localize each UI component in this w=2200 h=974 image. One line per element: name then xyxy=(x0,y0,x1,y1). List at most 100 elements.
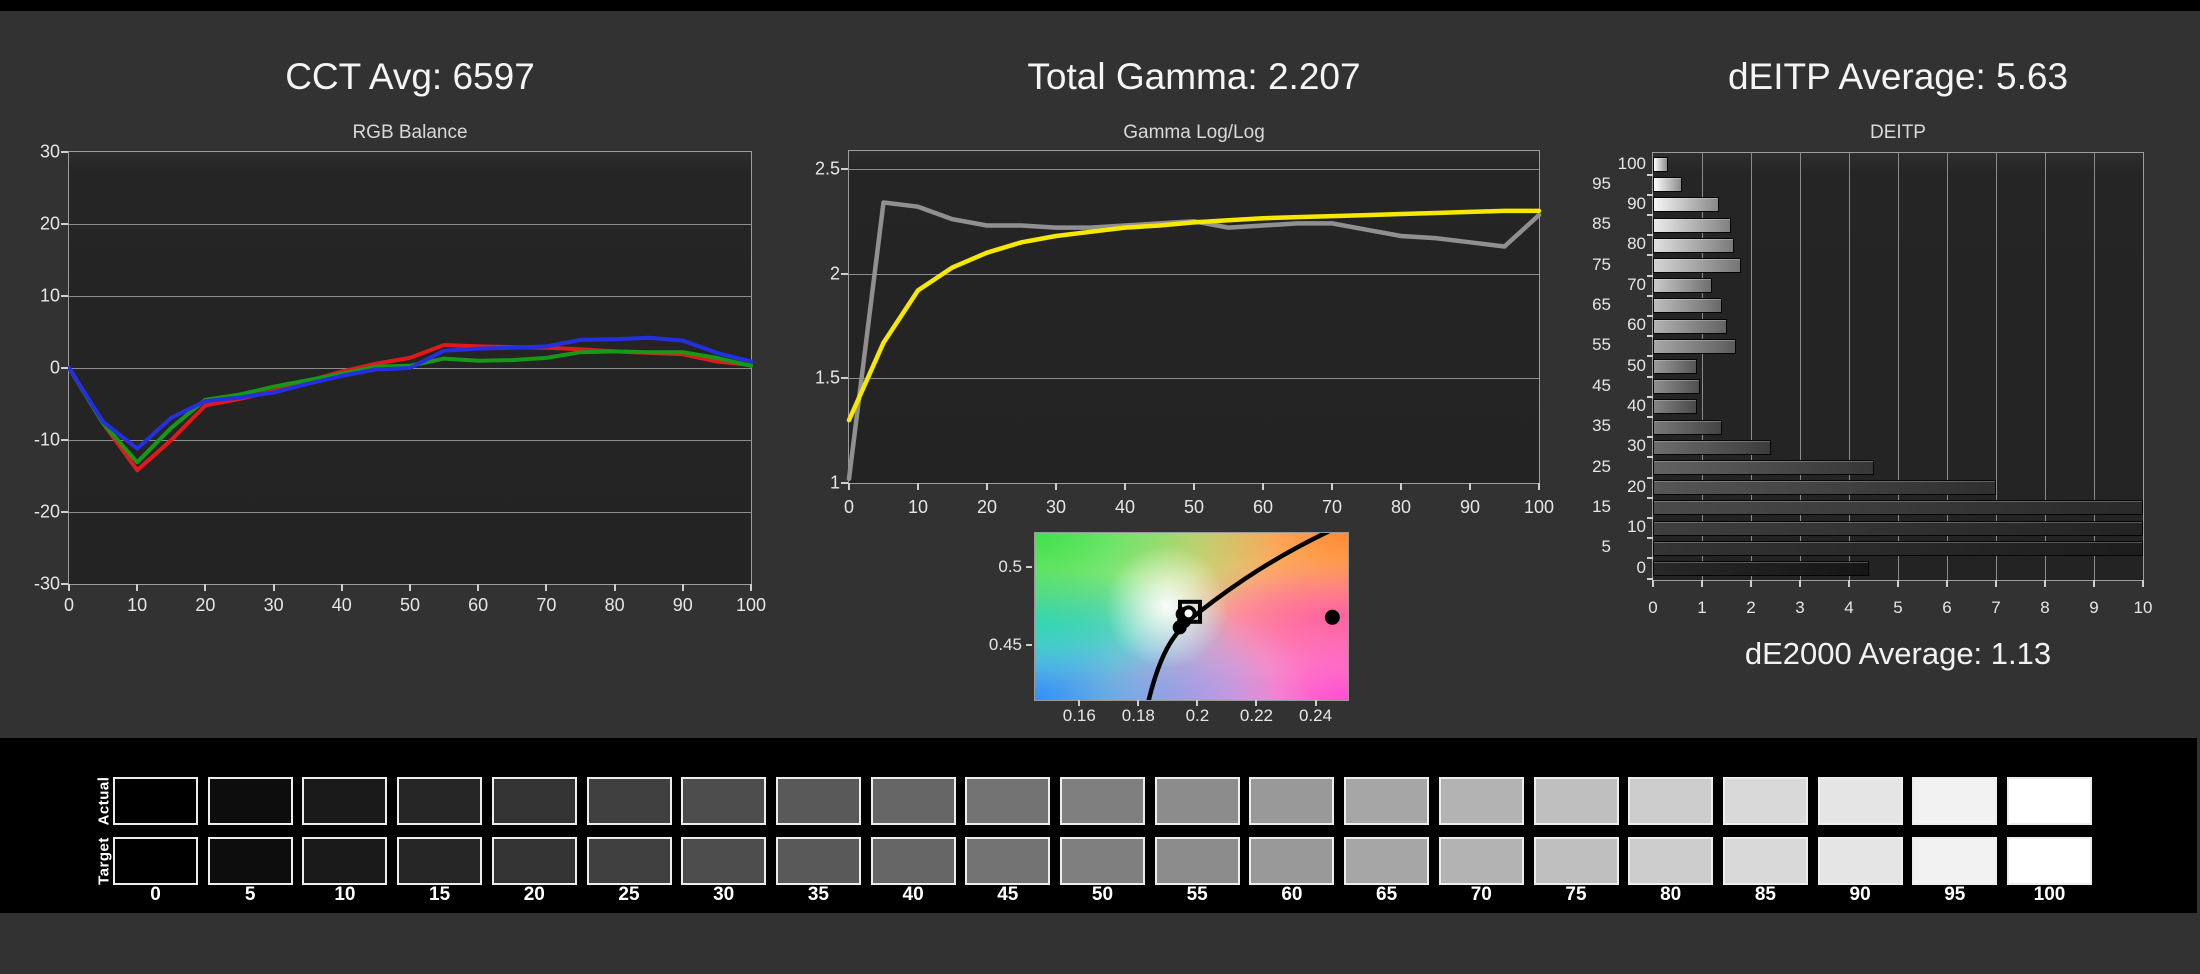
patch-actual-30 xyxy=(681,777,767,825)
patch-level-label: 90 xyxy=(1849,884,1871,905)
y-tick-label: 10 xyxy=(39,285,60,306)
gridline xyxy=(1947,153,1948,580)
de2000-average-text: dE2000 Average: 1.13 xyxy=(1744,636,2052,671)
deitp-y-label: 15 xyxy=(1592,496,1611,516)
patch-level-label: 50 xyxy=(1091,884,1114,905)
deitp-x-label: 2 xyxy=(1746,598,1756,617)
patch-actual-80 xyxy=(1628,777,1714,825)
x-tick-mark xyxy=(1262,483,1264,490)
x-tick-label: 30 xyxy=(1045,497,1067,517)
patch-actual-25 xyxy=(586,777,672,825)
gridline xyxy=(1898,153,1899,580)
patch-actual-65 xyxy=(1344,777,1430,825)
deitp-bar-60 xyxy=(1653,318,1727,334)
x-tick-mark xyxy=(68,584,70,591)
deitp-bar-45 xyxy=(1653,379,1700,395)
deitp-y-tick xyxy=(1647,537,1653,540)
y-tick-label: 2.5 xyxy=(814,158,840,179)
deitp-bar-10 xyxy=(1653,520,2143,536)
x-tick-label: 60 xyxy=(1252,497,1274,517)
patch-target-95 xyxy=(1912,837,1998,885)
deitp-x-label: 10 xyxy=(2133,598,2153,617)
deitp-x-label: 0 xyxy=(1648,598,1658,617)
patch-target-10 xyxy=(302,837,388,885)
x-tick-label: 20 xyxy=(976,497,998,517)
patch-level-label: 65 xyxy=(1376,884,1398,905)
deitp-bar-70 xyxy=(1653,278,1712,294)
deitp-x-tick xyxy=(1946,580,1948,587)
patch-actual-40 xyxy=(870,777,956,825)
patch-actual-70 xyxy=(1438,777,1524,825)
deitp-y-tick xyxy=(1647,496,1653,499)
x-tick-label: 90 xyxy=(1459,497,1481,517)
deitp-bar-5 xyxy=(1653,540,2143,556)
patch-target-80 xyxy=(1628,837,1714,885)
deitp-x-tick xyxy=(1799,580,1801,587)
deitp-x-tick xyxy=(1897,580,1899,587)
y-tick-mark xyxy=(61,511,68,513)
deitp-y-tick xyxy=(1647,193,1653,196)
deitp-y-label: 60 xyxy=(1627,315,1646,335)
deitp-y-label: 70 xyxy=(1627,274,1646,294)
y-tick-label: -20 xyxy=(33,501,60,522)
deitp-bar-95 xyxy=(1653,177,1683,193)
deitp-bar-0 xyxy=(1653,561,1869,576)
cie-x-tick xyxy=(1196,700,1199,706)
cie-white-point-chart xyxy=(1034,532,1349,701)
x-tick-mark xyxy=(409,584,411,591)
deitp-y-tick xyxy=(1647,375,1653,378)
patch-target-0 xyxy=(113,837,198,885)
deitp-x-label: 8 xyxy=(2040,598,2050,617)
patch-target-45 xyxy=(965,837,1051,885)
deitp-y-tick xyxy=(1647,516,1653,519)
x-tick-mark xyxy=(681,584,684,591)
deitp-y-tick xyxy=(1647,355,1653,358)
patch-actual-95 xyxy=(1912,777,1998,825)
deitp-bar-65 xyxy=(1653,298,1722,314)
deitp-x-label: 1 xyxy=(1697,598,1707,617)
deitp-y-label: 40 xyxy=(1627,395,1646,415)
strip-row-label-target: Target xyxy=(95,837,113,885)
cie-x-tick xyxy=(1078,700,1081,706)
y-tick-label: -10 xyxy=(33,429,60,450)
deitp-y-label: 65 xyxy=(1592,294,1611,314)
grayscale-patch-strip: Actual Target 0 5 10 15 20 25 30 35 40 45 50 55 60 65 70… xyxy=(0,738,2197,913)
rgb-balance-subtitle: RGB Balance xyxy=(352,122,468,143)
patch-actual-100 xyxy=(2007,777,2092,825)
rgb-balance-plot xyxy=(67,151,753,585)
deitp-x-label: 6 xyxy=(1942,598,1952,617)
deitp-plot xyxy=(1652,152,2144,581)
patch-actual-20 xyxy=(491,777,577,825)
gridline xyxy=(1849,153,1850,580)
deitp-y-tick xyxy=(1647,254,1653,257)
deitp-y-label: 50 xyxy=(1627,355,1646,375)
x-tick-label: 10 xyxy=(907,497,929,517)
x-tick-label: 20 xyxy=(195,595,216,615)
deitp-bar-80 xyxy=(1653,237,1734,253)
top-black-bar xyxy=(0,0,2200,11)
patch-actual-50 xyxy=(1060,777,1145,825)
x-tick-mark xyxy=(340,584,343,591)
patch-actual-60 xyxy=(1249,777,1335,825)
x-tick-mark xyxy=(1331,483,1333,490)
deitp-bar-85 xyxy=(1653,217,1732,233)
x-tick-label: 80 xyxy=(604,595,625,615)
y-tick-mark xyxy=(61,223,68,225)
y-tick-mark xyxy=(61,367,68,369)
patch-level-label: 85 xyxy=(1754,884,1776,905)
deitp-x-label: 9 xyxy=(2089,598,2099,617)
deitp-x-tick xyxy=(2044,580,2046,587)
patch-target-50 xyxy=(1060,837,1145,885)
y-tick-label: 30 xyxy=(39,141,60,162)
cie-y-tick xyxy=(1026,566,1032,569)
deitp-bar-50 xyxy=(1653,359,1698,374)
deitp-y-label: 10 xyxy=(1627,517,1646,537)
patch-target-25 xyxy=(586,837,672,885)
patch-level-label: 45 xyxy=(997,884,1019,905)
deitp-bar-100 xyxy=(1653,157,1668,172)
y-tick-mark xyxy=(841,377,848,380)
patch-target-30 xyxy=(681,837,767,885)
deitp-y-tick xyxy=(1647,314,1653,317)
patch-level-label: 5 xyxy=(244,884,256,905)
gridline xyxy=(2045,153,2046,580)
